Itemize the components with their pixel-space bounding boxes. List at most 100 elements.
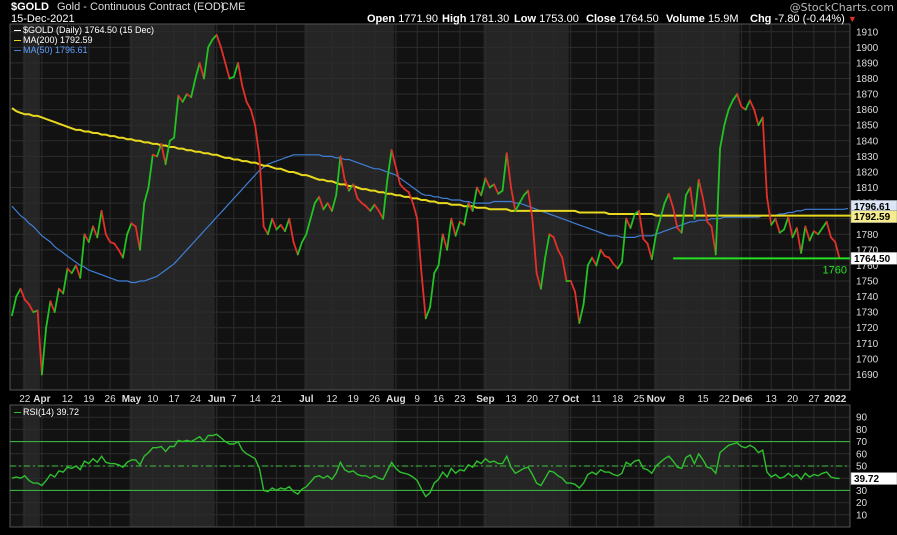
symbol: $GOLD <box>11 1 49 13</box>
ohlc-volume: Volume 15.9M <box>666 13 739 25</box>
time-tick-label: Aug <box>386 394 405 405</box>
price-tick-label: 1780 <box>856 230 879 241</box>
ohlc-high: High 1781.30 <box>442 13 509 25</box>
price-tick-label: 1860 <box>856 105 879 116</box>
legend-ma50: MA(50) 1796.61 <box>14 45 154 55</box>
price-tick-label: 1810 <box>856 183 879 194</box>
price-tick-label: 1730 <box>856 308 879 319</box>
time-tick-label: Apr <box>33 394 50 405</box>
legend-ma200-label: MA(200) 1792.59 <box>23 35 93 45</box>
price-tick-label: 1840 <box>856 136 879 147</box>
time-tick-label: 20 <box>787 394 799 405</box>
time-tick-label: Nov <box>647 394 666 405</box>
legend-price-swatch <box>14 30 21 32</box>
high-label: High <box>442 13 467 25</box>
rsi-value-tag: 39.72 <box>854 474 879 485</box>
time-tick-label: 14 <box>250 394 262 405</box>
time-tick-label: 23 <box>454 394 466 405</box>
close-value: 1764.50 <box>619 13 659 25</box>
time-tick-label: 6 <box>747 394 753 405</box>
volume-label: Volume <box>666 13 705 25</box>
price-tick-label: 1690 <box>856 370 879 381</box>
time-tick-label: 19 <box>348 394 360 405</box>
last-close-tag: 1764.50 <box>854 254 891 265</box>
high-value: 1781.30 <box>469 13 510 25</box>
chg-value: -7.80 (-0.44%) <box>774 13 845 25</box>
price-tick-label: 1880 <box>856 74 879 85</box>
description: Gold - Continuous Contract (EOD) <box>57 1 225 13</box>
legend-ma50-swatch <box>14 50 21 52</box>
price-tick-label: 1740 <box>856 292 879 303</box>
time-tick-label: 19 <box>83 394 95 405</box>
ohlc-open: Open 1771.90 <box>367 13 438 25</box>
ohlc-change: Chg -7.80 (-0.44%) ▼ <box>750 13 857 25</box>
price-tick-label: 1710 <box>856 339 879 350</box>
time-tick-label: May <box>122 394 142 405</box>
open-label: Open <box>367 13 396 25</box>
time-tick-label: 26 <box>105 394 117 405</box>
time-tick-label: 12 <box>62 394 74 405</box>
time-tick-label: Jul <box>299 394 314 405</box>
time-tick-label: 7 <box>231 394 237 405</box>
rsi-tick-label: 90 <box>856 413 868 424</box>
time-tick-label: 13 <box>766 394 778 405</box>
time-tick-label: Jun <box>208 394 226 405</box>
legend-ma200-swatch <box>14 40 21 42</box>
ohlc-close: Close 1764.50 <box>586 13 659 25</box>
legend-rsi-label: RSI(14) 39.72 <box>23 407 80 417</box>
legend-ma50-label: MA(50) 1796.61 <box>23 45 88 55</box>
time-tick-label: Oct <box>562 394 579 405</box>
time-tick-label: 21 <box>271 394 283 405</box>
time-tick-label: 15 <box>697 394 709 405</box>
legend-price-label: $GOLD (Daily) 1764.50 (15 Dec) <box>23 25 155 35</box>
price-tick-label: 1870 <box>856 90 879 101</box>
volume-value: 15.9M <box>707 13 739 25</box>
time-tick-label: 26 <box>369 394 381 405</box>
low-label: Low <box>514 13 536 25</box>
open-value: 1771.90 <box>398 13 438 25</box>
rsi-legend: RSI(14) 39.72 <box>14 407 79 417</box>
time-tick-label: 22 <box>719 394 731 405</box>
price-tick-label: 1890 <box>856 58 879 69</box>
exchange: CME <box>221 1 246 13</box>
rsi-tick-label: 50 <box>856 462 868 473</box>
time-tick-label: Sep <box>476 394 494 405</box>
price-legend: $GOLD (Daily) 1764.50 (15 Dec) MA(200) 1… <box>14 25 154 55</box>
price-tick-label: 1830 <box>856 152 879 163</box>
price-tick-label: 1850 <box>856 121 879 132</box>
down-arrow-icon: ▼ <box>847 14 857 24</box>
time-tick-label: 12 <box>326 394 338 405</box>
rsi-tick-label: 20 <box>856 498 868 509</box>
rsi-tick-label: 80 <box>856 425 868 436</box>
chart-date: 15-Dec-2021 <box>11 13 75 25</box>
rsi-tick-label: 30 <box>856 486 868 497</box>
price-tick-label: 1820 <box>856 167 879 178</box>
time-tick-label: 20 <box>527 394 539 405</box>
time-tick-label: 18 <box>612 394 624 405</box>
rsi-tick-label: 10 <box>856 510 868 521</box>
time-tick-label: 8 <box>679 394 685 405</box>
chg-label: Chg <box>750 13 772 25</box>
time-tick-label: 2022 <box>824 394 847 405</box>
support-level-label: 1760 <box>823 264 847 276</box>
time-tick-label: 10 <box>147 394 159 405</box>
price-tick-label: 1900 <box>856 43 879 54</box>
rsi-tick-label: 70 <box>856 437 868 448</box>
price-tick-label: 1750 <box>856 276 879 287</box>
price-tick-label: 1910 <box>856 27 879 38</box>
ohlc-low: Low 1753.00 <box>514 13 579 25</box>
time-tick-label: 17 <box>169 394 181 405</box>
stock-chart: 1760 16901700171017201730174017501760177… <box>9 23 897 528</box>
time-tick-label: 11 <box>591 394 602 405</box>
time-tick-label: 16 <box>433 394 445 405</box>
legend-rsi-swatch <box>14 412 21 414</box>
rsi-tick-label: 60 <box>856 449 868 460</box>
close-label: Close <box>586 13 616 25</box>
time-tick-label: 27 <box>808 394 820 405</box>
legend-ma200: MA(200) 1792.59 <box>14 35 154 45</box>
time-tick-label: 9 <box>414 394 420 405</box>
low-value: 1753.00 <box>539 13 579 25</box>
ma200-value-tag: 1792.59 <box>854 212 891 223</box>
legend-price: $GOLD (Daily) 1764.50 (15 Dec) <box>14 25 154 35</box>
price-tick-label: 1720 <box>856 323 879 334</box>
